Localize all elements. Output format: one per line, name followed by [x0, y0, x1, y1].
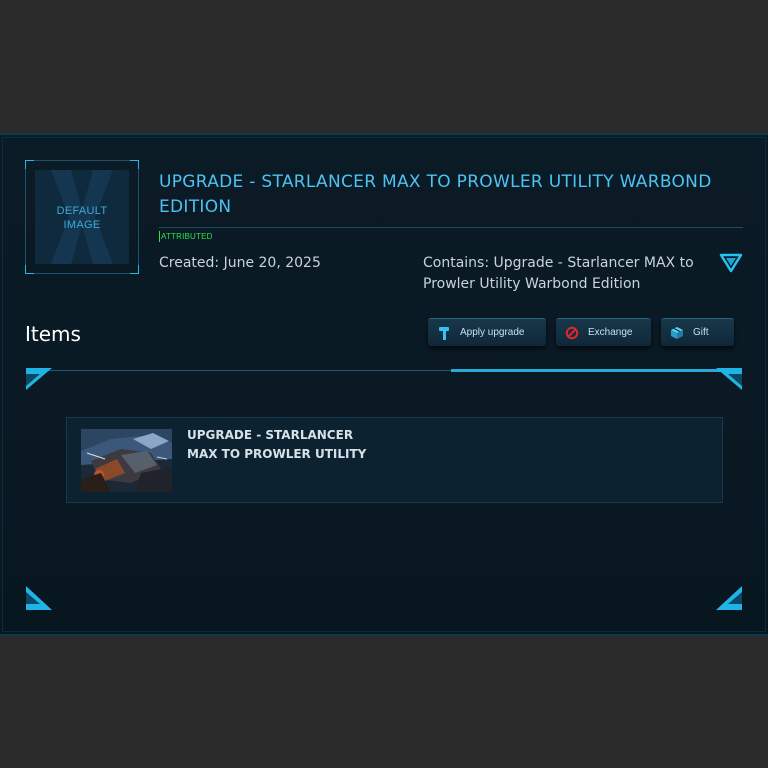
created-date: Created: June 20, 2025 — [159, 255, 321, 271]
thumbnail-text-line1: DEFAULT — [56, 205, 108, 217]
item-card[interactable]: UPGRADE - STARLANCER MAX TO PROWLER UTIL… — [66, 417, 723, 503]
gift-button[interactable]: Gift — [661, 318, 734, 346]
pledge-thumbnail: DEFAULT IMAGE — [25, 160, 139, 274]
item-name: UPGRADE - STARLANCER MAX TO PROWLER UTIL… — [187, 428, 367, 461]
chevron-down-triangle-icon — [719, 253, 743, 273]
hammer-icon — [439, 327, 449, 340]
frame-corner-top-right — [716, 368, 742, 390]
frame-corner-bottom-left — [26, 586, 52, 610]
apply-upgrade-button[interactable]: Apply upgrade — [428, 318, 546, 346]
pledge-contains: Contains: Upgrade - Starlancer MAX to Pr… — [423, 255, 694, 292]
exchange-label: Exchange — [588, 327, 633, 338]
expand-toggle-button[interactable] — [718, 250, 744, 274]
ship-artwork — [81, 429, 172, 492]
default-image-placeholder: DEFAULT IMAGE — [35, 170, 129, 264]
frame-corner-bottom-right — [716, 586, 742, 610]
items-tab-highlight — [451, 369, 737, 372]
item-image — [81, 429, 172, 492]
items-heading: Items — [25, 322, 81, 346]
title-divider — [159, 227, 743, 228]
attributed-badge: ATTRIBUTED — [159, 231, 213, 242]
thumbnail-text-line2: IMAGE — [63, 219, 101, 231]
exchange-button[interactable]: Exchange — [556, 318, 651, 346]
gift-label: Gift — [693, 327, 709, 338]
gift-box-icon — [671, 327, 683, 339]
frame-corner-top-left — [26, 368, 52, 390]
no-entry-icon — [565, 326, 579, 340]
pledge-title: UPGRADE - STARLANCER MAX TO PROWLER UTIL… — [159, 172, 712, 217]
items-tab-rule — [30, 370, 451, 371]
apply-upgrade-label: Apply upgrade — [460, 327, 525, 338]
